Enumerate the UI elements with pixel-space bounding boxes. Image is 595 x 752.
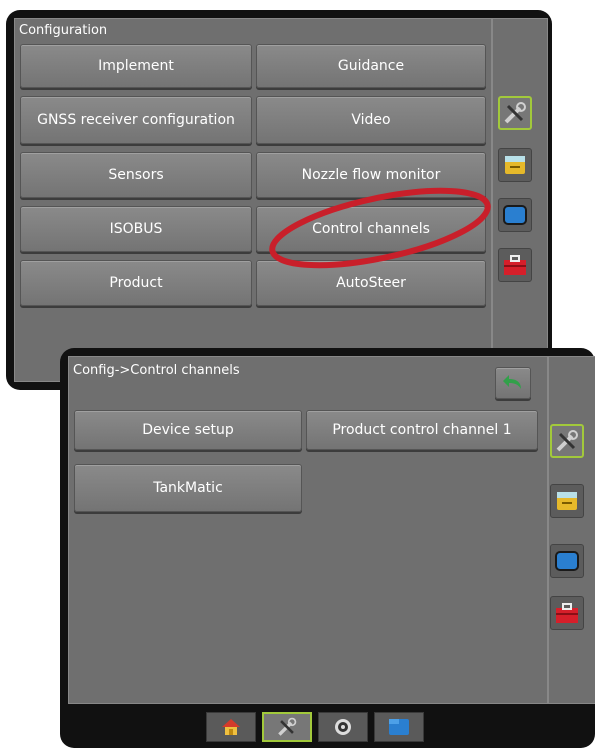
home-tab[interactable] (206, 712, 256, 742)
toolbox-icon (504, 255, 526, 275)
configuration-screen: Configuration Implement Guidance GNSS re… (6, 10, 552, 390)
control-channels-title: Config->Control channels (73, 363, 240, 378)
product-control-channel-1-button[interactable]: Product control channel 1 (306, 410, 538, 450)
autosteer-button[interactable]: AutoSteer (256, 260, 486, 306)
side-tank-button-2[interactable] (550, 484, 584, 518)
tools-icon (504, 102, 526, 124)
tools-tab[interactable] (262, 712, 312, 742)
side-toolbox-button-2[interactable] (550, 596, 584, 630)
back-button[interactable] (495, 367, 531, 399)
implement-button[interactable]: Implement (20, 44, 252, 88)
console-icon (503, 205, 527, 225)
gps-tab[interactable] (318, 712, 368, 742)
side-tank-button[interactable] (498, 148, 532, 182)
gnss-receiver-button[interactable]: GNSS receiver configuration (20, 96, 252, 144)
isobus-button[interactable]: ISOBUS (20, 206, 252, 252)
side-console-button[interactable] (498, 198, 532, 232)
side-tools-button-2[interactable] (550, 424, 584, 458)
side-tools-button[interactable] (498, 96, 532, 130)
tank-icon (505, 156, 525, 174)
back-arrow-icon (503, 375, 521, 389)
tankmatic-button[interactable]: TankMatic (74, 464, 302, 512)
configuration-title: Configuration (19, 23, 108, 38)
home-icon (222, 719, 240, 735)
product-button[interactable]: Product (20, 260, 252, 306)
side-toolbox-button[interactable] (498, 248, 532, 282)
folder-tab[interactable] (374, 712, 424, 742)
tank-icon (557, 492, 577, 510)
tools-icon (278, 717, 297, 736)
side-console-button-2[interactable] (550, 544, 584, 578)
control-channels-screen: Config->Control channels Device setup Pr… (60, 348, 595, 748)
sensors-button[interactable]: Sensors (20, 152, 252, 198)
control-channels-panel: Config->Control channels (68, 356, 548, 704)
gps-icon (335, 719, 351, 735)
control-channels-button[interactable]: Control channels (256, 206, 486, 252)
control-channels-side-panel (548, 356, 595, 704)
video-button[interactable]: Video (256, 96, 486, 144)
guidance-button[interactable]: Guidance (256, 44, 486, 88)
folder-icon (389, 719, 409, 735)
console-icon (555, 551, 579, 571)
toolbox-icon (556, 603, 578, 623)
tools-icon (556, 430, 578, 452)
nozzle-flow-monitor-button[interactable]: Nozzle flow monitor (256, 152, 486, 198)
bottom-tab-bar (206, 712, 430, 742)
device-setup-button[interactable]: Device setup (74, 410, 302, 450)
